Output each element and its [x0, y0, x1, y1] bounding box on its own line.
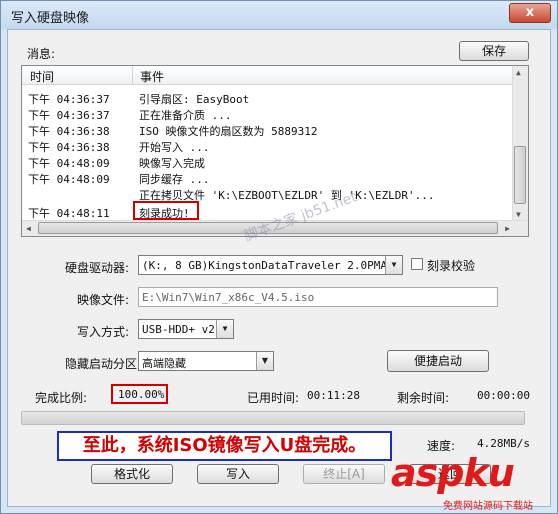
column-event[interactable]: 事件: [140, 68, 164, 85]
log-row[interactable]: 下午 04:36:37 引导扇区: EasyBoot: [22, 90, 512, 106]
save-button[interactable]: 保存: [459, 41, 529, 61]
log-vertical-scrollbar[interactable]: ▲ ▼: [512, 66, 528, 221]
write-button[interactable]: 写入: [197, 464, 279, 484]
log-row[interactable]: 下午 04:36:38 开始写入 ...: [22, 138, 512, 154]
title-bar[interactable]: 写入硬盘映像 x: [1, 1, 557, 29]
verify-checkbox[interactable]: [411, 258, 423, 270]
annotation-text: 至此，系统ISO镜像写入U盘完成。: [82, 435, 367, 456]
annotation-box: 至此，系统ISO镜像写入U盘完成。: [57, 431, 392, 461]
chevron-down-icon[interactable]: ▼: [256, 352, 273, 370]
logo-brand: aspku: [391, 451, 515, 495]
site-logo: aspku 免费网站源码下载站: [391, 451, 558, 512]
stop-button[interactable]: 终止[A]: [303, 464, 385, 484]
chevron-down-icon[interactable]: ▼: [216, 320, 233, 338]
progress-bar: [21, 411, 525, 425]
log-row[interactable]: 下午 04:48:09 同步缓存 ...: [22, 170, 512, 186]
format-button[interactable]: 格式化: [91, 464, 173, 484]
speed-value: 4.28MB/s: [477, 437, 530, 450]
success-highlight: [133, 201, 199, 220]
quick-boot-button[interactable]: 便捷启动: [387, 350, 489, 372]
close-icon: x: [525, 5, 535, 20]
messages-label: 消息:: [27, 47, 56, 61]
write-mode-label: 写入方式:: [77, 325, 130, 339]
hide-partition-select[interactable]: 高端隐藏 ▼: [138, 351, 274, 371]
complete-ratio-label: 完成比例:: [35, 391, 88, 405]
image-file-field[interactable]: E:\Win7\Win7_x86c_V4.5.iso: [138, 287, 498, 307]
dialog-window: 写入硬盘映像 x 消息: 保存 时间 事件 下午 04:36:37 引导扇区: E…: [0, 0, 558, 514]
vertical-scroll-thumb[interactable]: [514, 146, 526, 204]
scroll-up-icon[interactable]: ▲: [516, 68, 521, 77]
column-time[interactable]: 时间: [30, 68, 54, 85]
logo-subtitle: 免费网站源码下载站: [443, 501, 533, 512]
remaining-label: 剩余时间:: [397, 391, 450, 405]
close-button[interactable]: x: [509, 3, 551, 23]
complete-ratio-value: 100.00%: [118, 388, 165, 401]
log-row[interactable]: 正在拷贝文件 'K:\EZBOOT\EZLDR' 到 'K:\EZLDR'...: [22, 186, 512, 202]
scroll-right-icon[interactable]: ▶: [505, 224, 510, 233]
drive-label: 硬盘驱动器:: [65, 261, 130, 275]
log-row[interactable]: 下午 04:36:37 正在准备介质 ...: [22, 106, 512, 122]
scroll-left-icon[interactable]: ◀: [26, 224, 31, 233]
verify-label: 刻录校验: [427, 259, 476, 273]
remaining-value: 00:00:00: [477, 389, 530, 402]
window-title: 写入硬盘映像: [11, 11, 90, 26]
log-row[interactable]: 下午 04:36:38 ISO 映像文件的扇区数为 5889312: [22, 122, 512, 138]
chevron-down-icon[interactable]: ▼: [385, 256, 402, 274]
write-mode-select[interactable]: USB-HDD+ v2 ▼: [138, 319, 234, 339]
image-file-label: 映像文件:: [77, 293, 130, 307]
message-log[interactable]: 时间 事件 下午 04:36:37 引导扇区: EasyBoot 下午 04:36…: [21, 65, 529, 237]
progress-fill: [22, 412, 524, 424]
drive-select[interactable]: (K:, 8 GB)KingstonDataTraveler 2.0PMAP ▼: [138, 255, 403, 275]
scroll-down-icon[interactable]: ▼: [516, 210, 521, 219]
elapsed-value: 00:11:28: [307, 389, 360, 402]
log-row[interactable]: 下午 04:48:09 映像写入完成: [22, 154, 512, 170]
log-header: 时间 事件: [22, 66, 513, 85]
hide-partition-label: 隐藏启动分区:: [65, 357, 142, 371]
elapsed-label: 已用时间:: [247, 391, 300, 405]
